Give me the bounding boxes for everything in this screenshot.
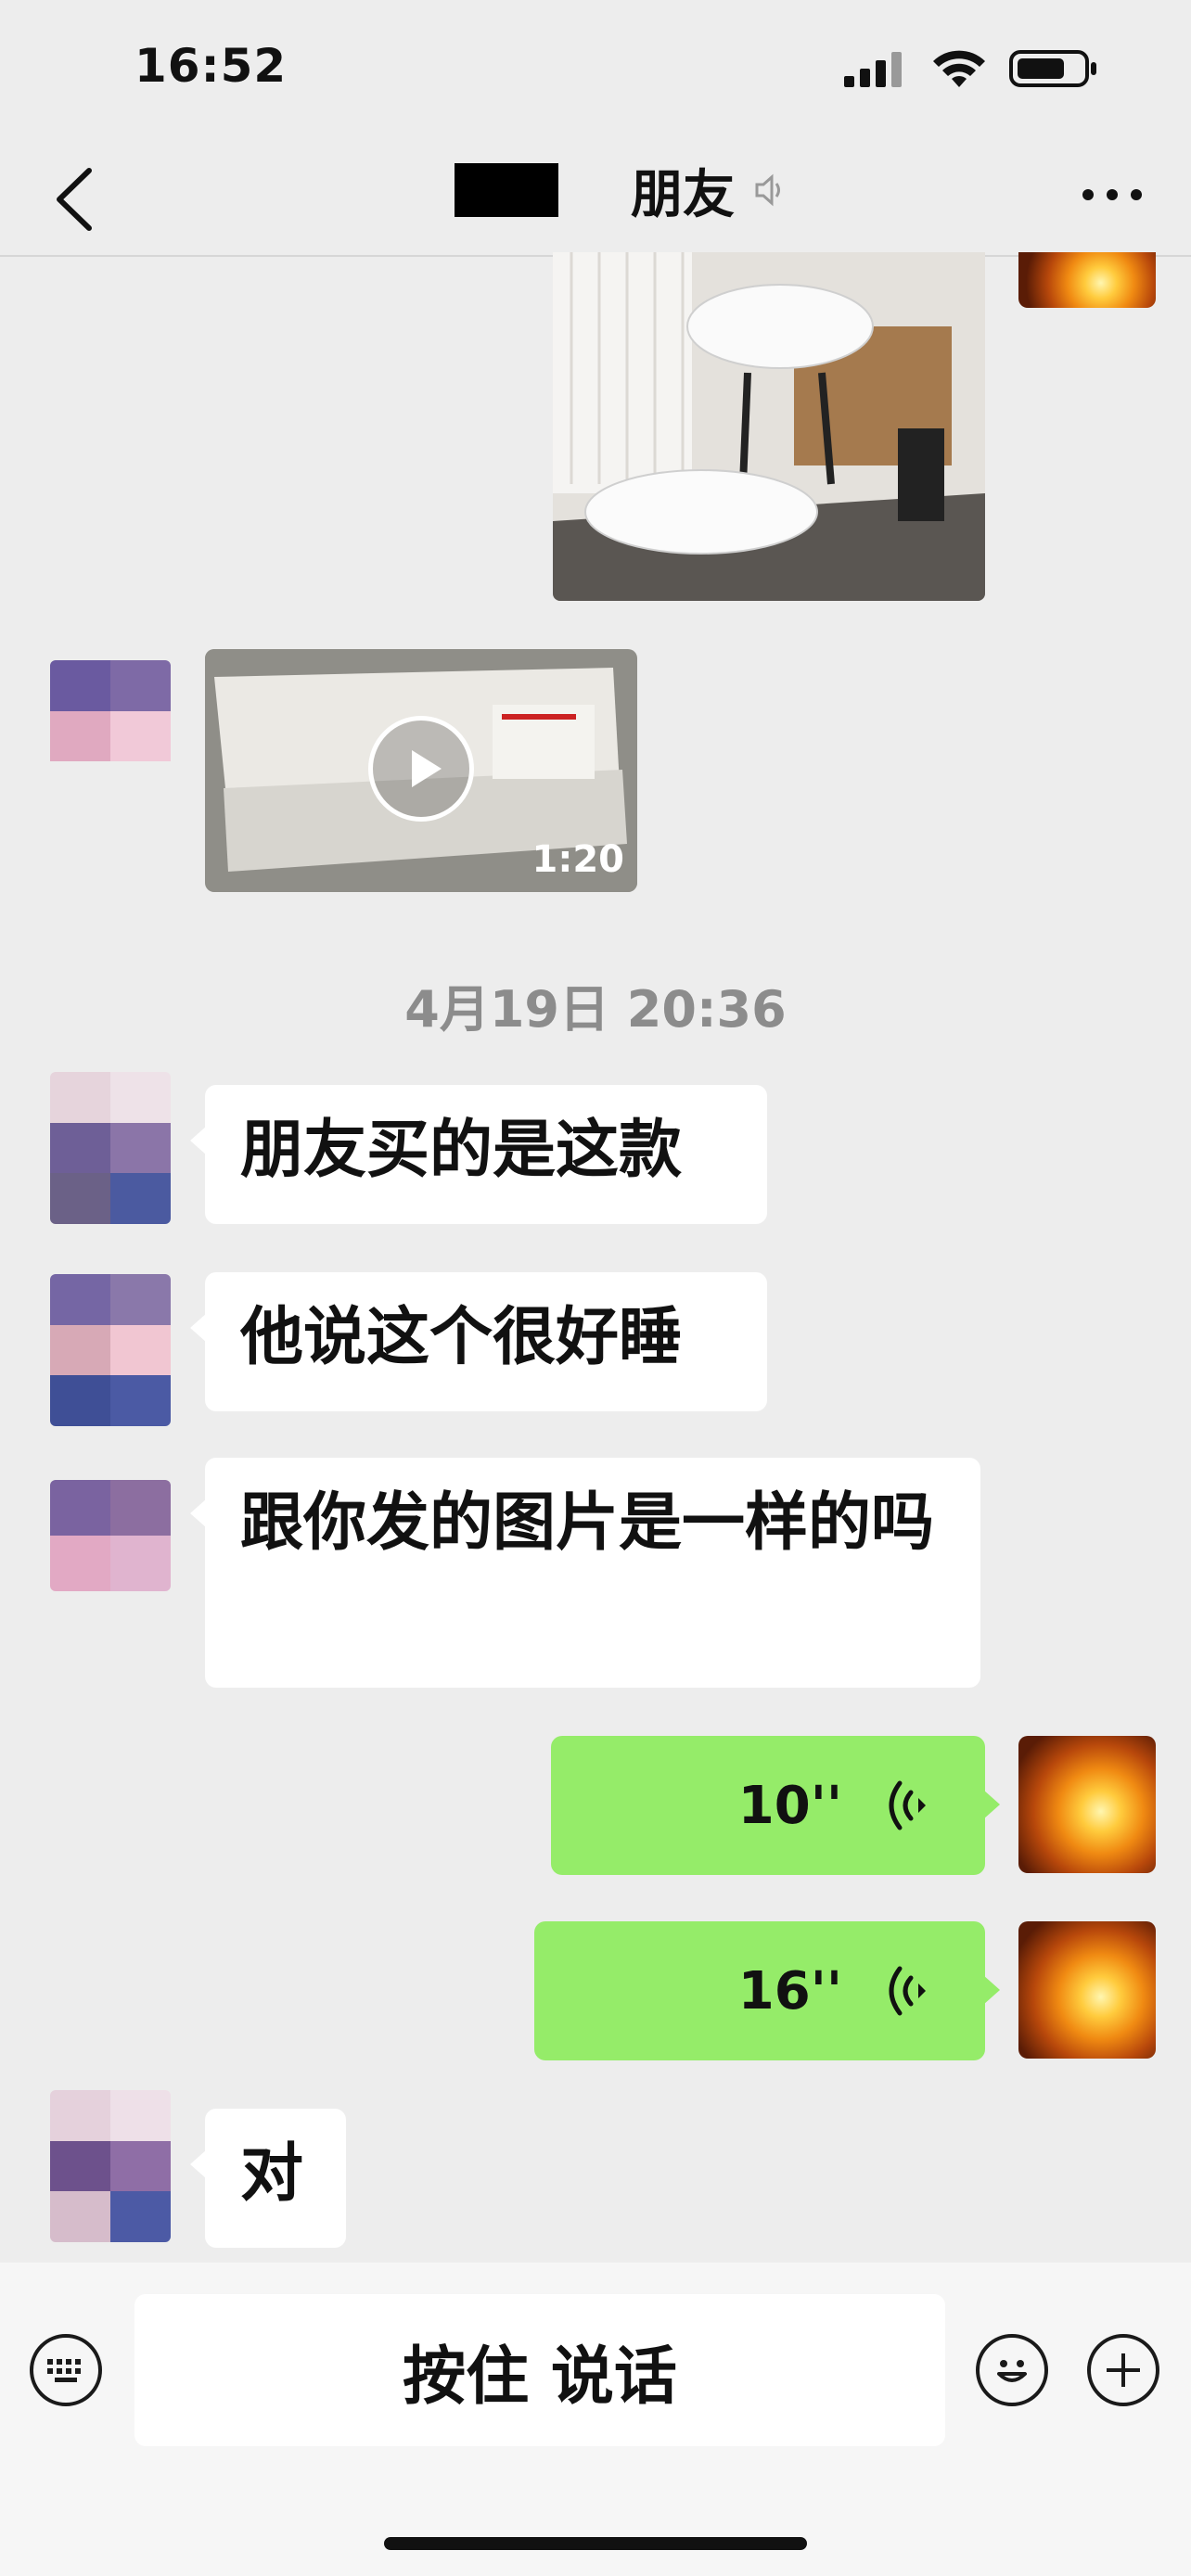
chat-title-text: 朋友 [631, 164, 735, 225]
battery-icon [1009, 50, 1096, 87]
status-icons [844, 48, 1098, 89]
contact-avatar[interactable] [50, 1480, 171, 1591]
plus-icon [1107, 2353, 1140, 2387]
message-bubble[interactable]: 朋友买的是这款 [190, 1085, 767, 1224]
wifi-icon [933, 50, 985, 87]
voice-message-bubble[interactable]: 16'' [534, 1921, 1000, 2060]
message-text: 对 [240, 2137, 304, 2211]
contact-avatar[interactable] [50, 1274, 171, 1426]
keyboard-toggle-button[interactable] [30, 2334, 102, 2406]
message-timestamp: 4月19日 20:36 [404, 980, 787, 1039]
my-avatar[interactable] [1018, 1736, 1156, 1873]
back-button[interactable] [37, 158, 111, 241]
message-text: 他说这个很好睡 [240, 1301, 683, 1374]
home-indicator [384, 2537, 807, 2550]
emoji-button[interactable] [976, 2334, 1048, 2406]
voice-duration: 16'' [737, 1960, 842, 2021]
ellipsis-icon [1082, 189, 1142, 200]
voice-wave-icon [889, 1780, 926, 1830]
message-bubble[interactable]: 对 [190, 2109, 346, 2248]
message-bubble[interactable]: 跟你发的图片是一样的吗 [190, 1458, 980, 1688]
chevron-left-icon [57, 168, 92, 231]
voice-wave-icon [889, 1966, 926, 2016]
more-button[interactable] [1070, 167, 1154, 223]
chat-title: 朋友 [455, 148, 788, 232]
contact-avatar[interactable] [50, 1072, 171, 1224]
my-avatar[interactable] [1018, 1921, 1156, 2059]
play-button[interactable] [368, 716, 474, 822]
message-text: 朋友买的是这款 [240, 1114, 683, 1187]
message-bubble[interactable]: 他说这个很好睡 [190, 1272, 767, 1411]
message-text: 跟你发的图片是一样的吗 [240, 1486, 935, 1560]
voice-message-bubble[interactable]: 10'' [551, 1736, 1000, 1875]
image-message[interactable] [553, 252, 985, 601]
more-functions-button[interactable] [1087, 2334, 1159, 2406]
emoji-icon [997, 2360, 1027, 2382]
video-duration: 1:20 [531, 838, 625, 881]
pillow-photo [553, 252, 985, 601]
signal-icon [844, 52, 902, 87]
contact-avatar[interactable] [50, 660, 171, 812]
mute-icon [755, 173, 780, 207]
video-message[interactable]: 1:20 [205, 649, 637, 892]
status-time: 16:52 [134, 39, 288, 93]
keyboard-icon [47, 2359, 81, 2382]
my-avatar[interactable] [1018, 252, 1156, 308]
play-icon [412, 750, 442, 787]
contact-avatar[interactable] [50, 2090, 171, 2242]
redacted-name [455, 163, 558, 217]
voice-duration: 10'' [737, 1775, 842, 1836]
hold-to-talk-button[interactable]: 按住 说话 [134, 2294, 945, 2446]
